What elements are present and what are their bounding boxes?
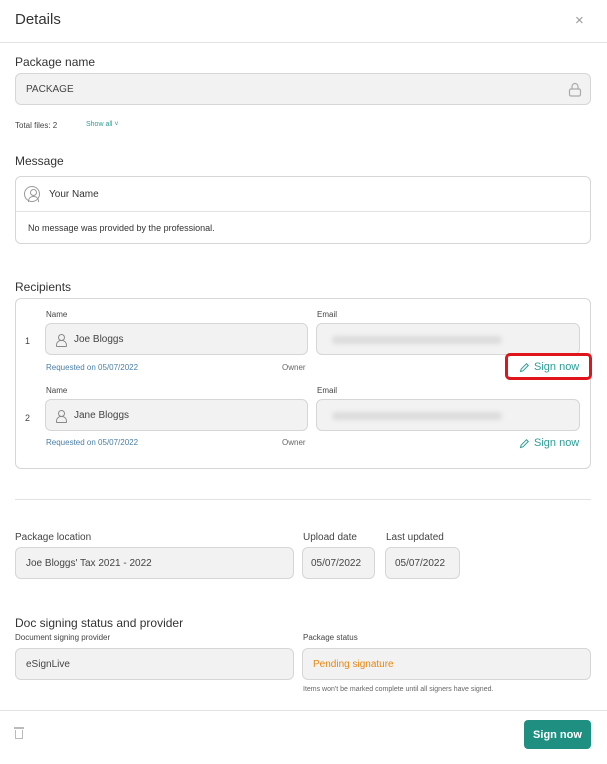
message-box: Your Name No message was provided by the… [15, 176, 591, 244]
last-updated-label: Last updated [386, 532, 444, 543]
recipient-1-owner: Owner [282, 363, 306, 372]
package-location-field: Joe Bloggs' Tax 2021 - 2022 [15, 547, 294, 579]
sign-now-label: Sign now [534, 437, 580, 449]
recipient-2-sign-now-link[interactable]: Sign now [519, 437, 579, 449]
signing-provider-value: eSignLive [26, 658, 70, 670]
blurred-email [332, 412, 502, 420]
recipient-2-email-field[interactable] [316, 399, 580, 431]
package-status-value: Pending signature [313, 658, 394, 670]
recipient-1-name-field[interactable]: Joe Bloggs [45, 323, 308, 355]
total-files: Total files: 2 [15, 121, 58, 130]
dialog-header: Details × [0, 0, 607, 43]
message-text: No message was provided by the professio… [28, 223, 215, 233]
recipient-2-name-label: Name [46, 386, 68, 395]
recipient-1-requested: Requested on 05/07/2022 [46, 363, 139, 372]
recipients-label: Recipients [15, 280, 72, 294]
recipient-1-email-field[interactable] [316, 323, 580, 355]
trash-icon[interactable] [14, 727, 24, 739]
recipient-2-requested: Requested on 05/07/2022 [46, 438, 139, 447]
package-name-value: PACKAGE [26, 83, 74, 95]
upload-date-value: 05/07/2022 [311, 557, 362, 569]
signing-provider-field: eSignLive [15, 648, 294, 680]
signing-provider-label: Document signing provider [15, 633, 111, 642]
recipient-2-owner: Owner [282, 438, 306, 447]
package-location-value: Joe Bloggs' Tax 2021 - 2022 [26, 557, 152, 569]
pen-icon [519, 438, 530, 448]
message-sender: Your Name [49, 189, 99, 200]
avatar-icon [24, 186, 40, 202]
recipient-1-email-label: Email [317, 310, 338, 319]
signing-note: Items won't be marked complete until all… [303, 686, 494, 693]
close-icon[interactable]: × [575, 12, 584, 29]
message-label: Message [15, 154, 64, 168]
recipient-1-name-label: Name [46, 310, 68, 319]
person-icon [56, 333, 67, 347]
last-updated-value: 05/07/2022 [395, 557, 446, 569]
lock-icon [568, 82, 582, 97]
dialog-title: Details [15, 11, 61, 28]
blurred-email [332, 336, 502, 344]
footer-divider [0, 710, 607, 711]
recipient-2-index: 2 [25, 413, 31, 423]
highlight-box [505, 353, 592, 380]
recipient-1-index: 1 [25, 336, 31, 346]
sign-now-button[interactable]: Sign now [524, 720, 591, 749]
upload-date-label: Upload date [303, 532, 357, 543]
package-status-label: Package status [303, 633, 358, 642]
recipient-2-email-label: Email [317, 386, 338, 395]
upload-date-field: 05/07/2022 [302, 547, 375, 579]
package-name-label: Package name [15, 55, 96, 69]
package-status-field: Pending signature [302, 648, 591, 680]
person-icon [56, 409, 67, 423]
show-all-link[interactable]: Show all ˅ [86, 121, 119, 128]
package-name-field: PACKAGE [15, 73, 591, 105]
doc-signing-label: Doc signing status and provider [15, 616, 184, 630]
recipient-1-name: Joe Bloggs [74, 333, 124, 345]
recipient-2-name-field[interactable]: Jane Bloggs [45, 399, 308, 431]
section-divider [15, 499, 591, 500]
recipient-2-name: Jane Bloggs [74, 409, 130, 421]
last-updated-field: 05/07/2022 [385, 547, 460, 579]
package-location-label: Package location [15, 532, 92, 543]
